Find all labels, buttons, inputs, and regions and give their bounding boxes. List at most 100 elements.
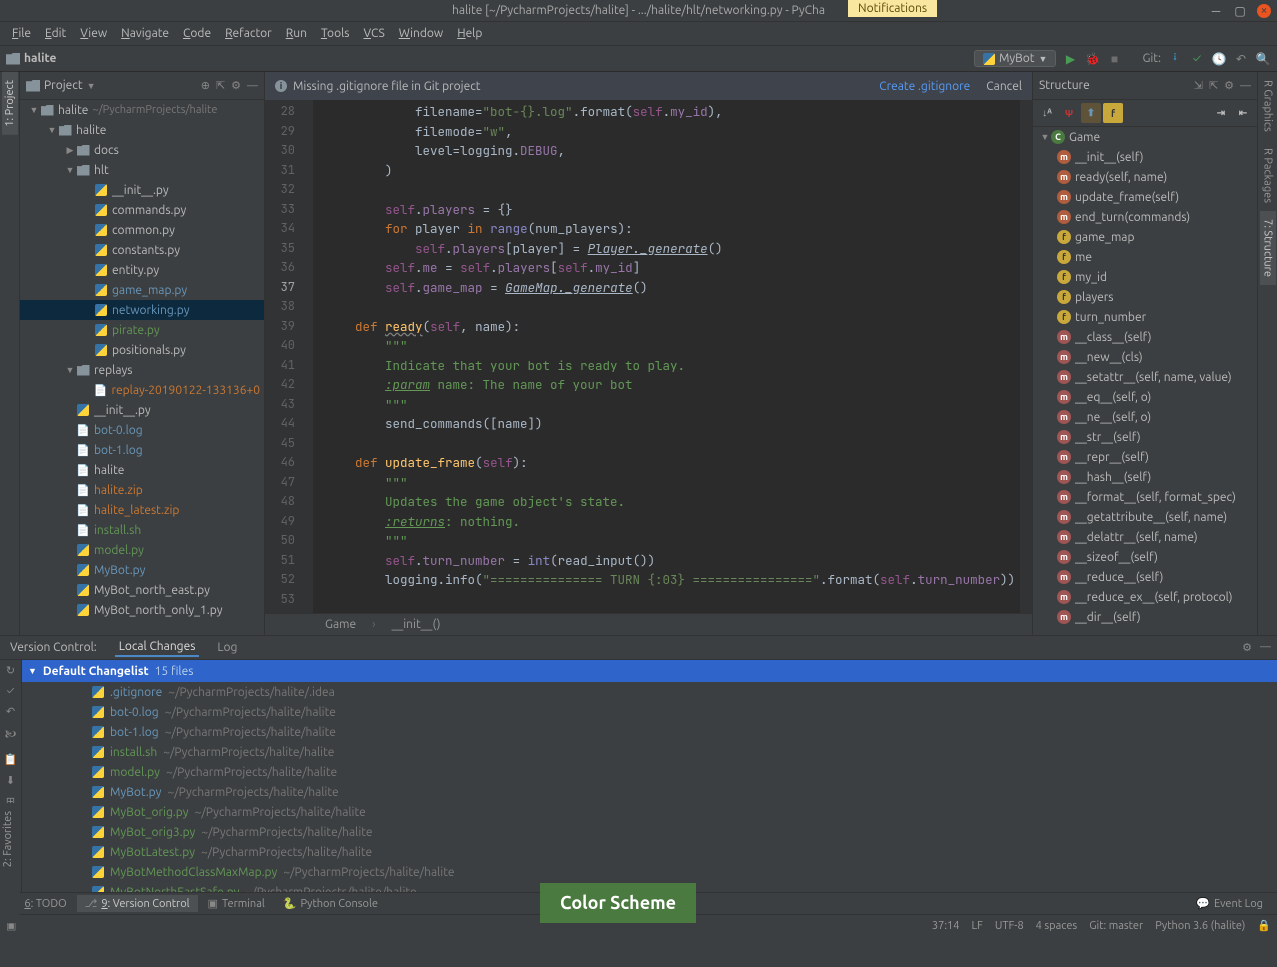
tree-item[interactable]: __init__.py [20,400,264,420]
shelve-icon[interactable]: ⬇ [6,774,15,787]
tree-item[interactable]: 📄halite.zip [20,480,264,500]
menu-edit[interactable]: Edit [39,25,72,42]
project-tree[interactable]: ▼halite~/PycharmProjects/halite▼halite▶d… [20,100,264,635]
structure-item[interactable]: m__reduce__(self) [1033,567,1257,587]
tree-item[interactable]: __init__.py [20,180,264,200]
menu-run[interactable]: Run [280,25,313,42]
gear-icon[interactable] [1224,79,1234,92]
tree-item[interactable]: positionals.py [20,340,264,360]
toolwin-versioncontrol[interactable]: ⎇9: Version Control [77,895,198,912]
tree-item[interactable]: ▼hlt [20,160,264,180]
toolwin-terminal[interactable]: ▣Terminal [200,895,273,912]
collapse-icon[interactable]: ⇱ [216,79,225,92]
autoscroll-icon[interactable]: ⇥ [1211,103,1231,123]
autoscroll-from-icon[interactable]: ⇤ [1233,103,1253,123]
menu-code[interactable]: Code [177,25,217,42]
minimize-icon[interactable]: ─ [1209,4,1223,18]
tree-item[interactable]: ▼halite [20,120,264,140]
structure-item[interactable]: fme [1033,247,1257,267]
notification-cancel[interactable]: Cancel [986,80,1022,93]
change-item[interactable]: MyBot.py~/PycharmProjects/halite/halite [22,782,1277,802]
tab-favorites[interactable]: 2: Favorites [0,803,16,875]
tree-item[interactable]: 📄replay-20190122-133136+0 [20,380,264,400]
maximize-icon[interactable]: ▢ [1233,4,1247,18]
debug-icon[interactable]: 🐞 [1084,51,1100,67]
tree-item[interactable]: common.py [20,220,264,240]
structure-item[interactable]: m__init__(self) [1033,147,1257,167]
tab-project[interactable]: 1: Project [2,72,18,135]
menu-help[interactable]: Help [451,25,488,42]
tree-item[interactable]: pirate.py [20,320,264,340]
notifications-badge[interactable]: Notifications [848,0,937,17]
change-item[interactable]: MyBot_orig3.py~/PycharmProjects/halite/h… [22,822,1277,842]
cursor-position[interactable]: 37:14 [932,920,960,932]
gear-icon[interactable] [1242,641,1252,654]
event-log-button[interactable]: 💬Event Log [1188,895,1271,912]
diff-icon[interactable]: 🙤 [5,726,17,745]
structure-item[interactable]: m__getattribute__(self, name) [1033,507,1257,527]
notification-action[interactable]: Create .gitignore [879,80,970,93]
line-ending[interactable]: LF [971,920,982,932]
structure-item[interactable]: fmy_id [1033,267,1257,287]
gear-icon[interactable] [231,79,241,92]
tree-item[interactable]: MyBot_north_only_1.py [20,600,264,620]
marker-strip[interactable] [1020,100,1032,613]
tree-item[interactable]: 📄install.sh [20,520,264,540]
structure-item[interactable]: mready(self, name) [1033,167,1257,187]
structure-item[interactable]: mupdate_frame(self) [1033,187,1257,207]
code-content[interactable]: filename="bot-{}.log".format(self.my_id)… [313,100,1020,613]
filter-fields-icon[interactable]: f [1103,103,1123,123]
git-revert-icon[interactable]: ↶ [1233,51,1249,67]
tree-item[interactable]: MyBot_north_east.py [20,580,264,600]
tree-item[interactable]: game_map.py [20,280,264,300]
structure-item[interactable]: m__repr__(self) [1033,447,1257,467]
filter-icon[interactable]: Ψ [1059,103,1079,123]
structure-item[interactable]: m__new__(cls) [1033,347,1257,367]
tab-structure[interactable]: 7: Structure [1260,211,1276,285]
chevron-down-icon[interactable]: ▼ [87,81,96,91]
change-item[interactable]: MyBot_orig.py~/PycharmProjects/halite/ha… [22,802,1277,822]
indent[interactable]: 4 spaces [1036,920,1078,932]
structure-tree[interactable]: ▼CGamem__init__(self)mready(self, name)m… [1033,127,1257,635]
tab-rgraphics[interactable]: R Graphics [1260,72,1276,140]
tree-item[interactable]: entity.py [20,260,264,280]
hide-icon[interactable]: — [247,80,258,92]
breadcrumb-item[interactable]: __init__() [391,618,440,631]
interpreter[interactable]: Python 3.6 (halite) [1155,920,1245,932]
change-item[interactable]: MyBotMethodClassMaxMap.py~/PycharmProjec… [22,862,1277,882]
close-icon[interactable]: × [1257,4,1271,18]
structure-item[interactable]: m__dir__(self) [1033,607,1257,627]
commit-icon[interactable]: ✓ [7,685,15,697]
change-item[interactable]: bot-0.log~/PycharmProjects/halite/halite [22,702,1277,722]
toolwin-pythonconsole[interactable]: 🐍Python Console [275,895,386,912]
refresh-icon[interactable]: ↻ [6,664,15,677]
filter-inherited-icon[interactable]: ⬆ [1081,103,1101,123]
expand-icon[interactable]: ⇲ [1194,79,1203,92]
tree-item[interactable]: ▶docs [20,140,264,160]
structure-item[interactable]: m__eq__(self, o) [1033,387,1257,407]
menu-navigate[interactable]: Navigate [115,25,175,42]
tree-item[interactable]: model.py [20,540,264,560]
tree-item[interactable]: 📄bot-0.log [20,420,264,440]
structure-item[interactable]: m__ne__(self, o) [1033,407,1257,427]
nav-path[interactable]: halite [24,52,56,65]
menu-file[interactable]: File [6,25,37,42]
structure-item[interactable]: m__setattr__(self, name, value) [1033,367,1257,387]
git-branch[interactable]: Git: master [1089,920,1143,932]
structure-item[interactable]: m__format__(self, format_spec) [1033,487,1257,507]
git-commit-icon[interactable]: ✓ [1189,51,1205,67]
hide-icon[interactable]: — [1260,641,1271,654]
tree-item[interactable]: commands.py [20,200,264,220]
structure-item[interactable]: fplayers [1033,287,1257,307]
change-item[interactable]: .gitignore~/PycharmProjects/halite/.idea [22,682,1277,702]
menu-view[interactable]: View [74,25,113,42]
tree-item[interactable]: MyBot.py [20,560,264,580]
menu-vcs[interactable]: VCS [357,25,390,42]
git-update-icon[interactable]: ⭭ [1167,51,1183,67]
change-item[interactable]: install.sh~/PycharmProjects/halite/halit… [22,742,1277,762]
tree-item[interactable]: ▼replays [20,360,264,380]
structure-item[interactable]: fturn_number [1033,307,1257,327]
tree-item[interactable]: 📄halite [20,460,264,480]
vc-content[interactable]: ▼ Default Changelist 15 files .gitignore… [22,660,1277,892]
structure-item[interactable]: fgame_map [1033,227,1257,247]
